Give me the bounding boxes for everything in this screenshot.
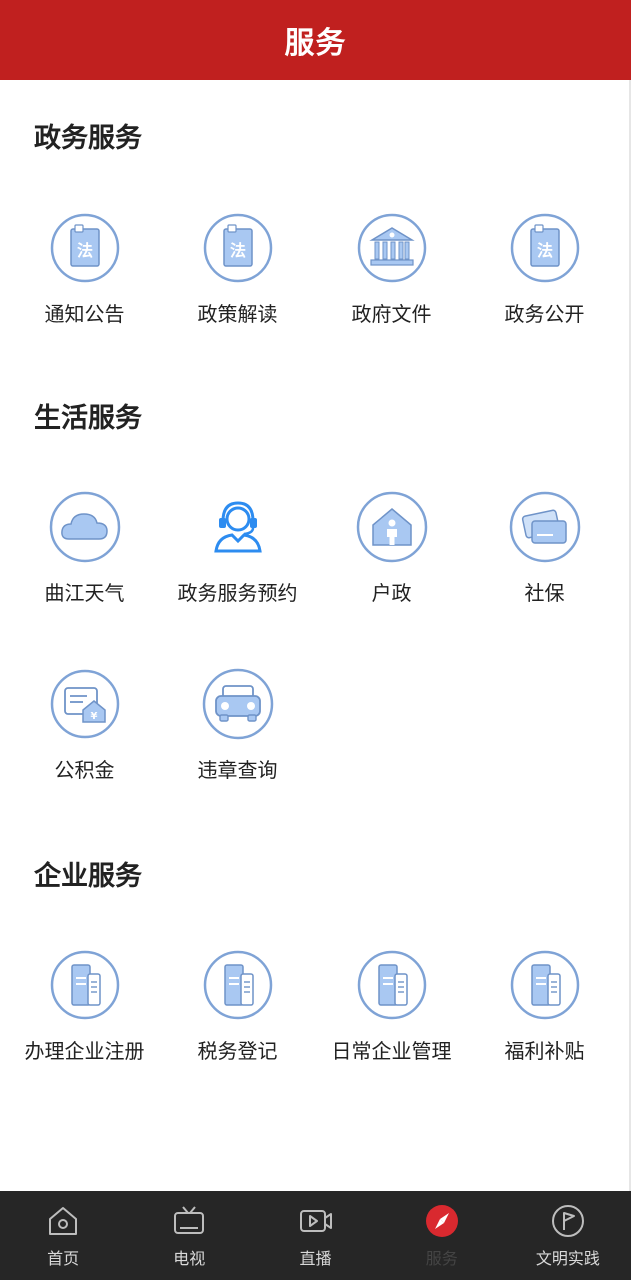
service-traffic-violation[interactable]: 违章查询 xyxy=(161,668,314,783)
enterprise-building-icon xyxy=(510,950,579,1020)
service-notice[interactable]: 法 通知公告 xyxy=(8,212,161,327)
person-house-icon xyxy=(356,491,427,563)
service-enterprise-management[interactable]: 日常企业管理 xyxy=(315,949,468,1064)
service-label: 日常企业管理 xyxy=(331,1039,452,1063)
svg-text:法: 法 xyxy=(536,241,552,260)
service-weather[interactable]: 曲江天气 xyxy=(8,491,161,606)
cloud-icon xyxy=(49,491,120,563)
service-housing-fund[interactable]: ¥ 公积金 xyxy=(8,668,161,783)
enterprise-building-icon xyxy=(357,950,426,1020)
live-video-icon xyxy=(299,1210,332,1232)
service-household-registration[interactable]: 户政 xyxy=(315,491,468,606)
law-book-icon: 法 xyxy=(50,213,119,283)
tab-label: 直播 xyxy=(299,1249,332,1268)
service-label: 政务公开 xyxy=(504,302,585,326)
section-title-enterprise: 企业服务 xyxy=(34,861,142,892)
service-content: 政务服务 法 通知公告 法 政策解读 政府文件 法 政务公开 生活服务 曲江天气… xyxy=(0,80,631,1191)
service-label: 违章查询 xyxy=(197,758,278,782)
service-label: 通知公告 xyxy=(44,302,125,326)
page-title: 服务 xyxy=(284,26,347,61)
enterprise-building-icon xyxy=(50,950,119,1020)
svg-text:法: 法 xyxy=(76,241,92,260)
tab-label: 服务 xyxy=(425,1249,458,1268)
section-title-life: 生活服务 xyxy=(34,403,142,434)
service-label: 政府文件 xyxy=(351,302,432,326)
flag-circle-icon xyxy=(551,1205,584,1237)
enterprise-building-icon xyxy=(203,950,272,1020)
service-appointment[interactable]: 政务服务预约 xyxy=(161,491,314,606)
svg-text:¥: ¥ xyxy=(90,711,97,722)
tv-icon xyxy=(174,1206,205,1234)
government-building-icon xyxy=(357,213,426,283)
service-enterprise-registration[interactable]: 办理企业注册 xyxy=(8,949,161,1064)
app-header: 服务 xyxy=(0,0,631,80)
service-label: 曲江天气 xyxy=(44,581,125,605)
service-tax-registration[interactable]: 税务登记 xyxy=(161,949,314,1064)
service-label: 公积金 xyxy=(54,758,115,782)
svg-text:法: 法 xyxy=(229,241,245,260)
service-government-documents[interactable]: 政府文件 xyxy=(315,212,468,327)
tab-tv[interactable]: 电视 xyxy=(126,1191,252,1280)
service-label: 社保 xyxy=(524,581,565,605)
tab-service[interactable]: 服务 xyxy=(379,1191,505,1280)
service-label: 户政 xyxy=(371,581,412,605)
service-label: 政策解读 xyxy=(197,302,278,326)
service-welfare-subsidy[interactable]: 福利补贴 xyxy=(468,949,621,1064)
service-label: 福利补贴 xyxy=(504,1039,585,1063)
car-icon xyxy=(202,668,273,740)
tab-civilization-practice[interactable]: 文明实践 xyxy=(505,1191,631,1280)
service-label: 办理企业注册 xyxy=(24,1039,145,1063)
service-label: 政务服务预约 xyxy=(177,581,298,605)
law-book-icon: 法 xyxy=(510,213,579,283)
bottom-tab-bar: 首页 电视 直播 服务 文明实践 xyxy=(0,1191,631,1280)
tab-live[interactable]: 直播 xyxy=(252,1191,378,1280)
tab-label: 首页 xyxy=(47,1249,80,1268)
headset-agent-icon xyxy=(213,501,262,553)
social-security-card-icon xyxy=(509,491,580,563)
service-policy-interpretation[interactable]: 法 政策解读 xyxy=(161,212,314,327)
tab-home[interactable]: 首页 xyxy=(0,1191,126,1280)
compass-icon xyxy=(425,1205,458,1237)
section-title-government: 政务服务 xyxy=(34,123,142,154)
service-social-security[interactable]: 社保 xyxy=(468,491,621,606)
law-book-icon: 法 xyxy=(203,213,272,283)
service-government-affairs-disclosure[interactable]: 法 政务公开 xyxy=(468,212,621,327)
housing-fund-icon: ¥ xyxy=(50,669,119,739)
tab-label: 文明实践 xyxy=(535,1249,600,1268)
service-label: 税务登记 xyxy=(197,1039,278,1063)
home-icon xyxy=(49,1207,78,1235)
tab-label: 电视 xyxy=(173,1249,206,1268)
